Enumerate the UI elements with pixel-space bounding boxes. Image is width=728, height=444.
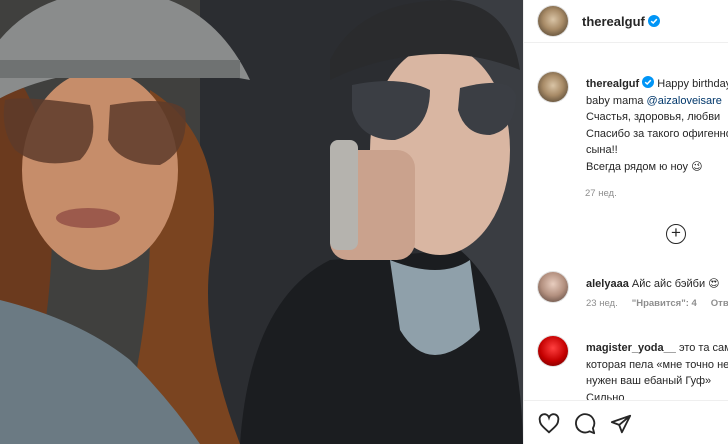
commenter-username[interactable]: alelyaaa: [586, 278, 629, 290]
comment-timestamp[interactable]: 23 нед.: [586, 298, 618, 309]
caption-timestamp[interactable]: 27 нед.: [585, 188, 617, 199]
plus-circle-icon: +: [671, 223, 681, 242]
author-username[interactable]: therealguf: [582, 14, 660, 29]
heart-icon[interactable]: [538, 413, 560, 435]
caption-line: Счастья, здоровья, любви: [586, 111, 721, 123]
paper-plane-icon[interactable]: [610, 413, 632, 435]
caption-avatar[interactable]: [538, 72, 568, 102]
verified-badge-icon: [647, 15, 660, 27]
comment-text: alelyaaa Айс айс бэйби 😍: [586, 276, 728, 293]
post-actions-bar: [524, 400, 728, 444]
caption-text: therealguf Happy birthday baby mama @aiz…: [586, 76, 728, 175]
comment-icon[interactable]: [574, 413, 596, 435]
caption-line: Спасибо за такого офигенного: [586, 127, 728, 140]
comment-body: Айс айс бэйби 😍: [631, 278, 720, 290]
post-sidebar: therealguf therealguf Happy birthday bab…: [523, 0, 728, 444]
caption-line: сына!!: [586, 144, 618, 156]
author-avatar[interactable]: [538, 6, 568, 36]
reply-button[interactable]: Ответить: [711, 298, 728, 309]
caption-username[interactable]: therealguf: [586, 78, 639, 90]
verified-badge-icon: [642, 76, 655, 88]
caption-line: Всегда рядом ю ноу 😉: [586, 160, 703, 173]
commenter-avatar[interactable]: [538, 272, 568, 302]
post-photo[interactable]: [0, 0, 523, 444]
load-more-comments-button[interactable]: +: [666, 224, 686, 244]
comment-meta: 23 нед. "Нравится": 4 Ответить: [586, 298, 728, 309]
photo-illustration: [0, 0, 523, 444]
caption-line: baby mama: [586, 94, 647, 107]
comment-text: magister_yoda__ это та самая которая пел…: [586, 340, 728, 406]
mention-link[interactable]: @aizaloveisare: [647, 95, 722, 107]
comment-body: это та самая: [678, 342, 728, 354]
post-header: therealguf: [524, 0, 728, 43]
commenter-username[interactable]: magister_yoda__: [586, 342, 676, 354]
caption-line: Happy birthday: [654, 78, 728, 90]
comment-likes[interactable]: "Нравится": 4: [632, 298, 697, 309]
comment-body: нужен ваш ебаный Гуф»: [586, 375, 712, 387]
commenter-avatar[interactable]: [538, 336, 568, 366]
comment-body: которая пела «мне точно не: [586, 358, 728, 371]
